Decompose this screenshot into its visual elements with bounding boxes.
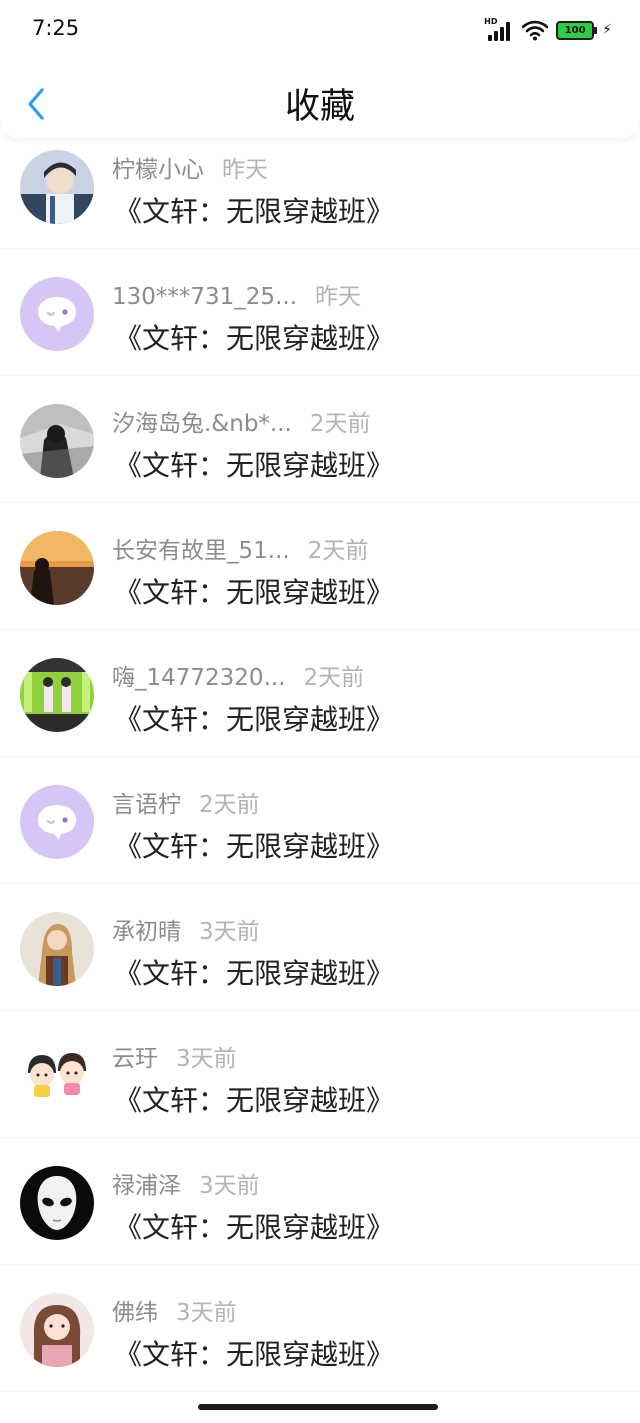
item-meta: 佛纬 3天前 <box>112 1293 237 1327</box>
item-title[interactable]: 《文轩：无限穿越班》 <box>114 444 394 484</box>
charging-icon: ⚡ <box>602 22 612 38</box>
status-icons: HD 100 ⚡ <box>484 17 612 42</box>
signal-icon: HD <box>484 17 514 41</box>
list-item[interactable]: 佛纬 3天前 《文轩：无限穿越班》 <box>0 1265 640 1392</box>
item-title[interactable]: 《文轩：无限穿越班》 <box>114 1333 394 1373</box>
favorites-list: 柠檬小心 昨天 《文轩：无限穿越班》 130***731_25... 昨天 《文轩：… <box>0 122 640 1392</box>
list-item[interactable]: 承初晴 3天前 《文轩：无限穿越班》 <box>0 884 640 1011</box>
chat-bubble-icon <box>38 805 76 840</box>
timestamp: 昨天 <box>315 284 361 310</box>
battery-icon: 100 <box>556 20 598 40</box>
user-avatar[interactable] <box>20 658 94 732</box>
cartoon-kids-icon <box>20 1039 94 1113</box>
timestamp: 3天前 <box>199 1173 260 1199</box>
photo-stage-icon <box>20 658 94 732</box>
item-meta: 柠檬小心 昨天 <box>112 150 268 184</box>
chat-bubble-icon <box>38 297 76 332</box>
timestamp: 2天前 <box>307 538 369 564</box>
user-avatar[interactable] <box>20 404 94 478</box>
timestamp: 昨天 <box>222 157 268 183</box>
page-title: 收藏 <box>284 87 355 127</box>
mask-face-icon <box>20 1166 94 1240</box>
user-avatar[interactable] <box>20 531 94 605</box>
username[interactable]: 禄浦泽 <box>112 1173 181 1199</box>
app-header: 7:25 HD 100 ⚡ 收藏 <box>0 0 640 138</box>
username[interactable]: 柠檬小心 <box>112 157 204 183</box>
photo-woman-icon <box>20 912 94 986</box>
user-avatar[interactable] <box>20 1293 94 1367</box>
username[interactable]: 130***731_25... <box>112 284 297 310</box>
item-meta: 言语柠 2天前 <box>112 785 260 819</box>
photo-boy-icon <box>20 150 94 224</box>
timestamp: 3天前 <box>199 919 260 945</box>
list-item[interactable]: 禄浦泽 3天前 《文轩：无限穿越班》 <box>0 1138 640 1265</box>
item-meta: 汐海岛兔.&nb*... 2天前 <box>112 404 371 438</box>
user-avatar[interactable] <box>20 277 94 351</box>
status-bar: 7:25 HD 100 ⚡ <box>0 0 640 58</box>
timestamp: 2天前 <box>309 411 371 437</box>
item-meta: 长安有故里_51... 2天前 <box>112 531 368 565</box>
list-item[interactable]: 汐海岛兔.&nb*... 2天前 《文轩：无限穿越班》 <box>0 376 640 503</box>
username[interactable]: 言语柠 <box>112 792 181 818</box>
item-title[interactable]: 《文轩：无限穿越班》 <box>114 952 394 992</box>
item-title[interactable]: 《文轩：无限穿越班》 <box>114 317 394 357</box>
status-time: 7:25 <box>32 16 80 40</box>
username[interactable]: 承初晴 <box>112 919 181 945</box>
list-item[interactable]: 长安有故里_51... 2天前 《文轩：无限穿越班》 <box>0 503 640 630</box>
timestamp: 3天前 <box>176 1300 237 1326</box>
item-title[interactable]: 《文轩：无限穿越班》 <box>114 1079 394 1119</box>
list-item[interactable]: 言语柠 2天前 《文轩：无限穿越班》 <box>0 757 640 884</box>
username[interactable]: 佛纬 <box>112 1300 158 1326</box>
item-title[interactable]: 《文轩：无限穿越班》 <box>114 1206 394 1246</box>
user-avatar[interactable] <box>20 1039 94 1113</box>
list-item[interactable]: 嗨_14772320... 2天前 《文轩：无限穿越班》 <box>0 630 640 757</box>
photo-sunset-icon <box>20 531 94 605</box>
item-meta: 云玗 3天前 <box>112 1039 237 1073</box>
timestamp: 2天前 <box>199 792 260 818</box>
user-avatar[interactable] <box>20 1166 94 1240</box>
wifi-icon <box>522 20 549 41</box>
item-meta: 嗨_14772320... 2天前 <box>112 658 364 692</box>
item-title[interactable]: 《文轩：无限穿越班》 <box>114 698 394 738</box>
item-meta: 130***731_25... 昨天 <box>112 277 361 311</box>
list-item[interactable]: 云玗 3天前 《文轩：无限穿越班》 <box>0 1011 640 1138</box>
username[interactable]: 云玗 <box>112 1046 158 1072</box>
username[interactable]: 嗨_14772320... <box>112 665 286 691</box>
back-button[interactable] <box>18 84 54 124</box>
photo-dark-icon <box>20 404 94 478</box>
photo-girl-icon <box>20 1293 94 1367</box>
timestamp: 2天前 <box>303 665 365 691</box>
user-avatar[interactable] <box>20 150 94 224</box>
item-title[interactable]: 《文轩：无限穿越班》 <box>114 190 394 230</box>
user-avatar[interactable] <box>20 912 94 986</box>
chevron-left-icon <box>28 88 44 120</box>
list-item[interactable]: 130***731_25... 昨天 《文轩：无限穿越班》 <box>0 249 640 376</box>
user-avatar[interactable] <box>20 785 94 859</box>
home-indicator[interactable] <box>198 1404 438 1410</box>
timestamp: 3天前 <box>176 1046 237 1072</box>
username[interactable]: 汐海岛兔.&nb*... <box>112 411 292 437</box>
list-item[interactable]: 柠檬小心 昨天 《文轩：无限穿越班》 <box>0 122 640 249</box>
item-title[interactable]: 《文轩：无限穿越班》 <box>114 571 394 611</box>
username[interactable]: 长安有故里_51... <box>112 538 290 564</box>
hd-label: HD <box>484 17 498 26</box>
item-meta: 禄浦泽 3天前 <box>112 1166 260 1200</box>
item-meta: 承初晴 3天前 <box>112 912 260 946</box>
item-title[interactable]: 《文轩：无限穿越班》 <box>114 825 394 865</box>
